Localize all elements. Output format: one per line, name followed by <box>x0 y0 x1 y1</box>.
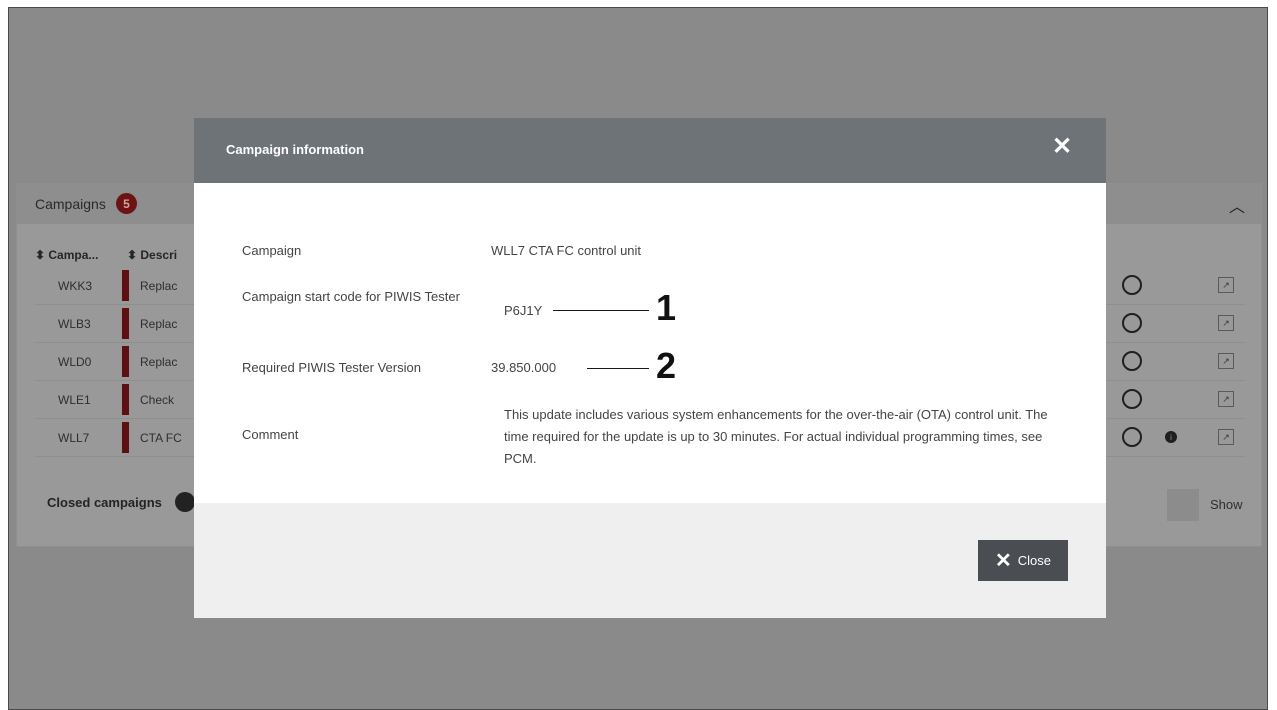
closed-campaigns-badge <box>175 492 195 512</box>
status-circle-icon <box>1122 389 1142 409</box>
campaign-info-dialog: Campaign information ✕ Campaign WLL7 CTA… <box>194 118 1106 618</box>
row-code: WLL7 <box>58 431 90 445</box>
edit-icon[interactable]: ↗ <box>1218 353 1234 369</box>
status-circle-icon <box>1122 351 1142 371</box>
status-bar <box>122 422 129 453</box>
comment-value: This update includes various system enha… <box>504 407 1048 466</box>
comment-label: Comment <box>242 427 299 442</box>
dialog-header: Campaign information ✕ <box>194 118 1106 183</box>
dialog-title: Campaign information <box>226 142 364 157</box>
close-icon: ✕ <box>994 550 1012 572</box>
callout-number-2: 2 <box>656 345 677 386</box>
edit-icon[interactable]: ↗ <box>1218 429 1234 445</box>
column-header-campaign[interactable]: ⬍ Campa... <box>35 248 98 262</box>
row-description: Replac <box>140 279 178 293</box>
campaign-label: Campaign <box>242 243 302 258</box>
start-code-value: P6J1Y <box>504 303 543 318</box>
column-header-description[interactable]: ⬍ Descri <box>127 248 177 262</box>
campaigns-count-badge: 5 <box>116 193 137 214</box>
row-description: Replac <box>140 355 178 369</box>
edit-icon[interactable]: ↗ <box>1218 315 1234 331</box>
edit-icon[interactable]: ↗ <box>1218 277 1234 293</box>
status-circle-icon <box>1122 427 1142 447</box>
status-bar <box>122 384 129 415</box>
status-bar <box>122 270 129 301</box>
start-code-label: Campaign start code for PIWIS Tester <box>242 289 460 304</box>
row-description: Replac <box>140 317 178 331</box>
row-description: CTA FC <box>140 431 182 445</box>
row-code: WKK3 <box>58 279 93 293</box>
app-window: Campaigns 5 ︿ ⬍ Campa... ⬍ Descri WKK3 R… <box>8 7 1268 710</box>
close-button[interactable]: ✕ Close <box>978 540 1068 581</box>
campaigns-title: Campaigns <box>35 196 106 212</box>
status-bar <box>122 308 129 339</box>
tester-version-label: Required PIWIS Tester Version <box>242 360 421 375</box>
row-description: Check <box>140 393 175 407</box>
info-icon[interactable]: i <box>1165 431 1177 443</box>
close-x-icon[interactable]: ✕ <box>1047 131 1077 161</box>
status-bar <box>122 346 129 377</box>
callout-line-2 <box>587 368 649 369</box>
collapse-caret-icon[interactable]: ︿ <box>1229 193 1245 217</box>
status-circle-icon <box>1122 275 1142 295</box>
tester-version-value: 39.850.000 <box>491 360 557 375</box>
callout-number-1: 1 <box>656 287 677 328</box>
closed-campaigns-label: Closed campaigns <box>47 495 162 510</box>
dialog-footer <box>194 503 1106 618</box>
callout-line-1 <box>553 310 649 311</box>
campaign-value: WLL7 CTA FC control unit <box>491 243 642 258</box>
show-toggle[interactable] <box>1167 489 1199 521</box>
row-code: WLD0 <box>58 355 92 369</box>
close-button-label: Close <box>1017 553 1051 568</box>
edit-icon[interactable]: ↗ <box>1218 391 1234 407</box>
status-circle-icon <box>1122 313 1142 333</box>
show-label: Show <box>1210 497 1243 512</box>
row-code: WLE1 <box>58 393 91 407</box>
row-code: WLB3 <box>58 317 91 331</box>
